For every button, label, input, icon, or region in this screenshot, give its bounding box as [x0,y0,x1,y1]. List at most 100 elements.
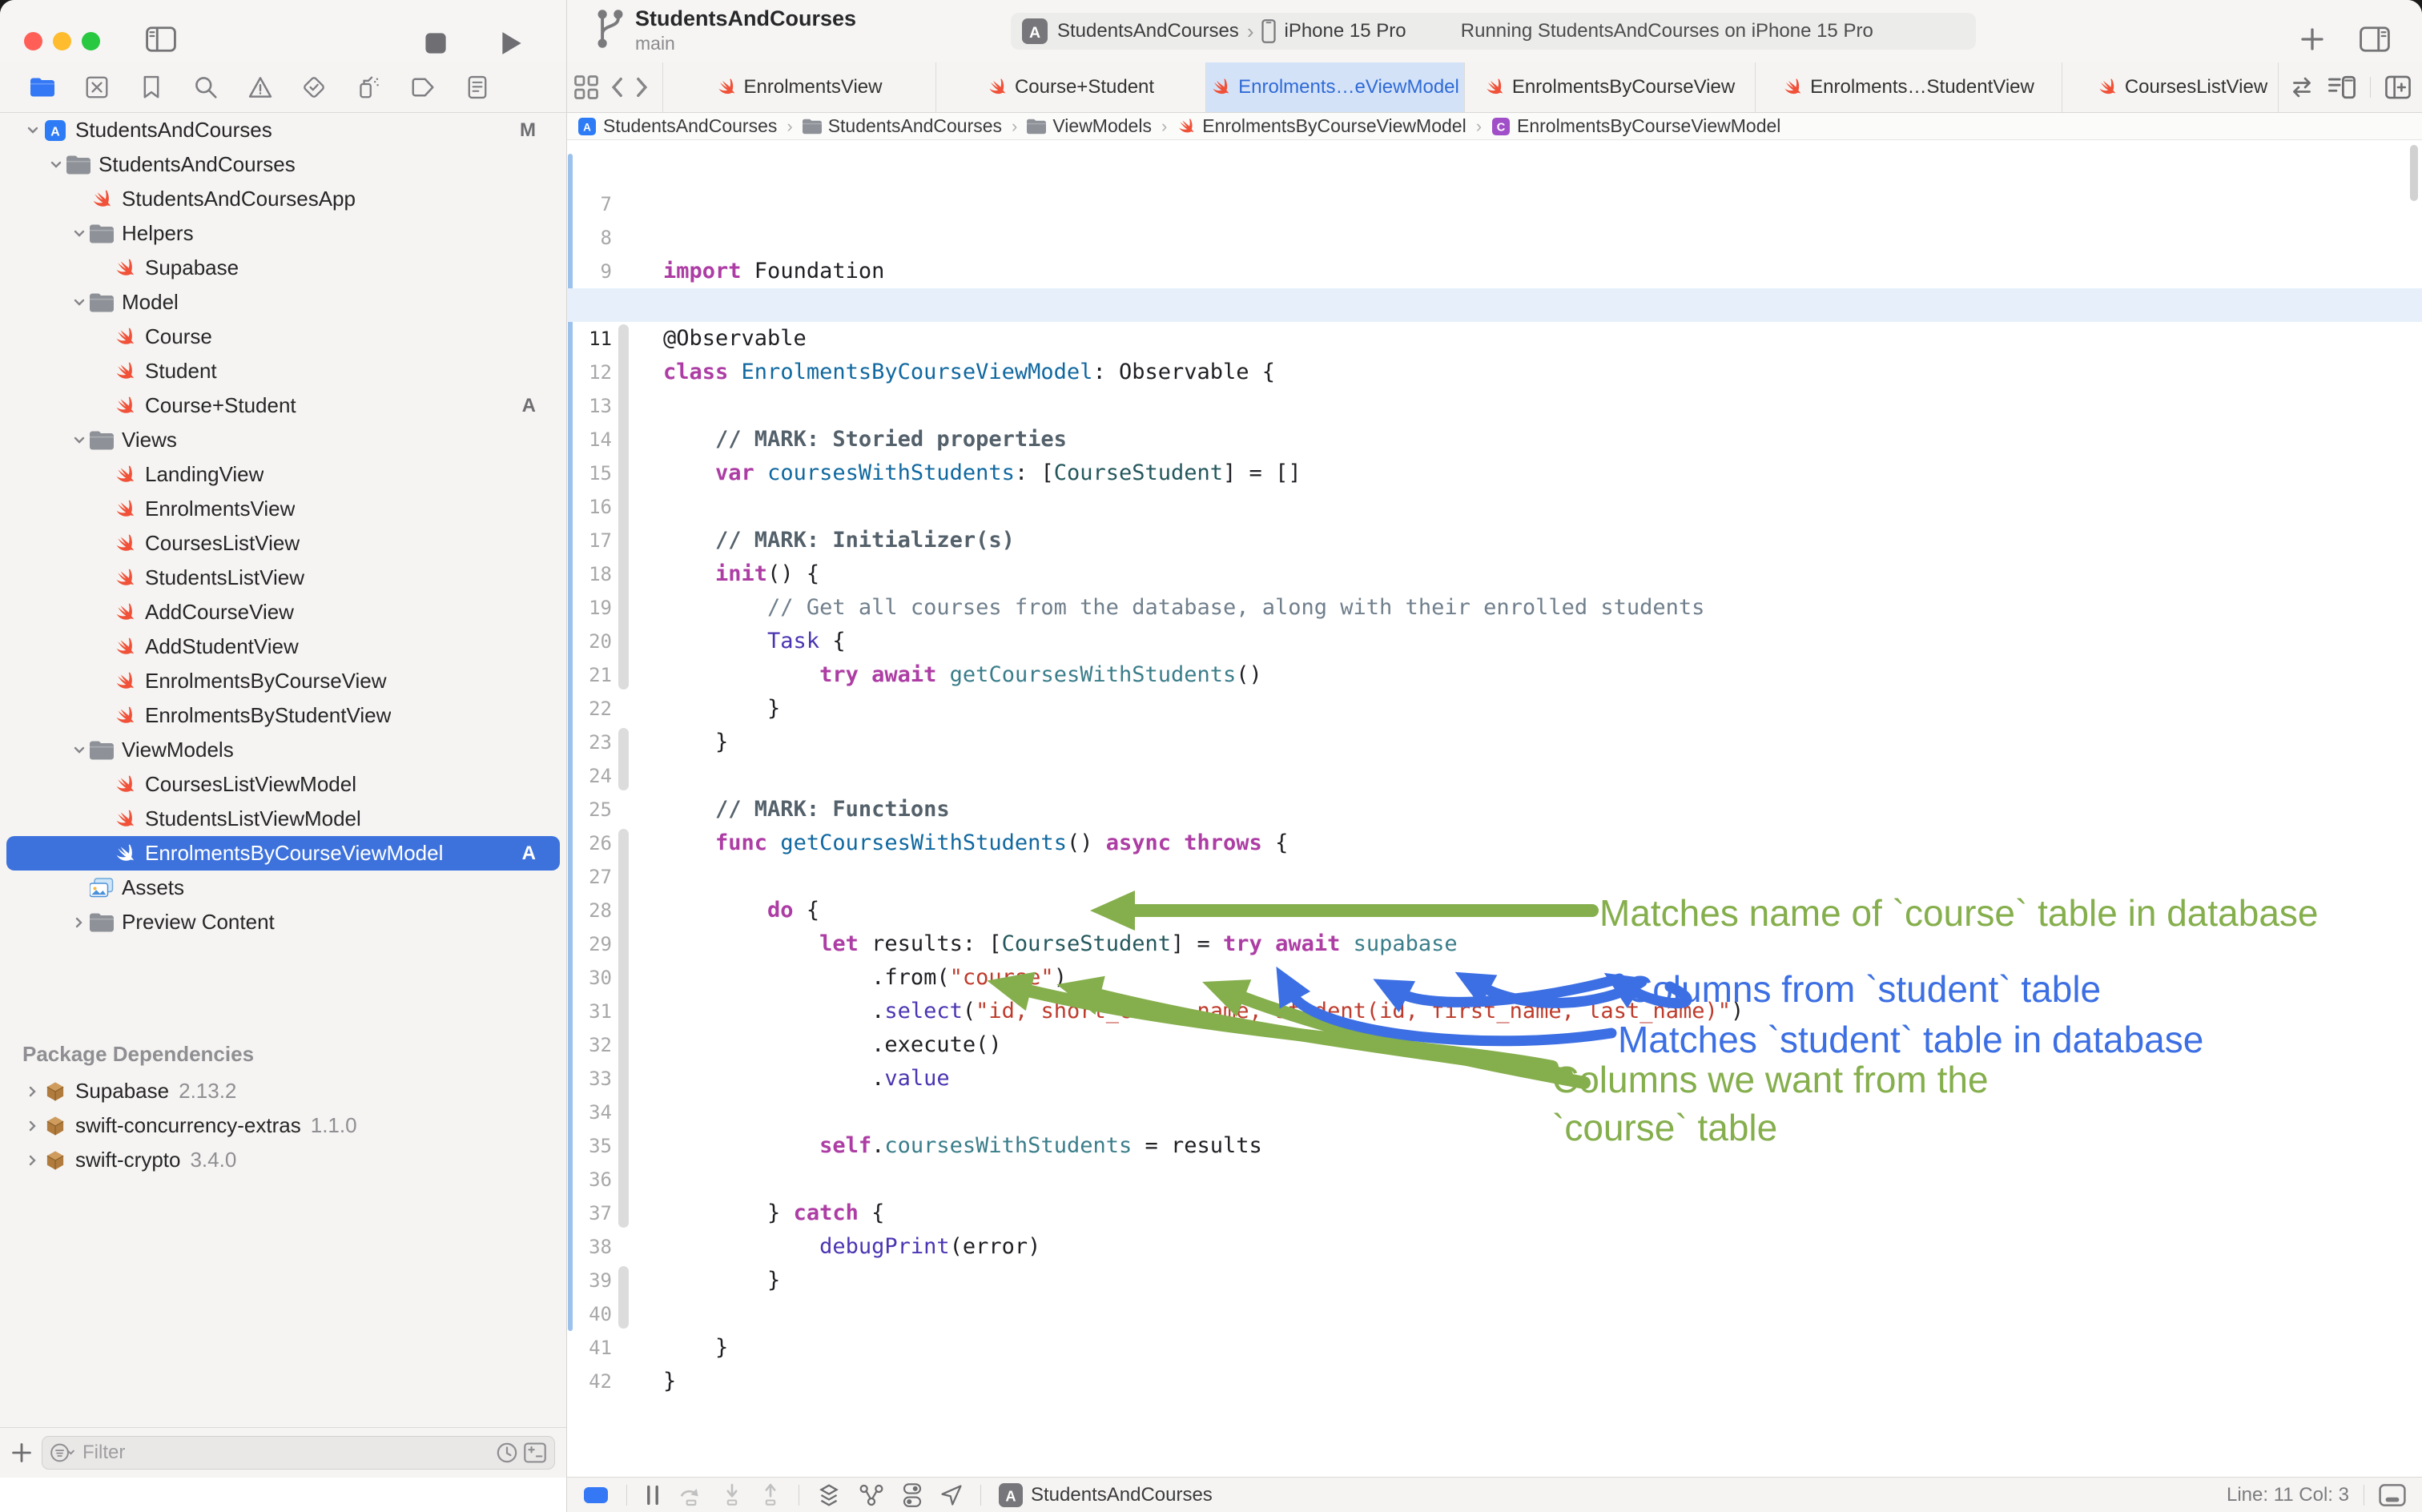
running-app-entry[interactable]: A StudentsAndCourses [999,1483,1213,1507]
sidebar-item-studentsandcourses[interactable]: A StudentsAndCourses M [6,113,560,147]
code-line-42[interactable]: 42 [567,1331,2422,1365]
code-line-8[interactable]: 8 import Foundation [567,187,2422,221]
sidebar-item-studentsandcoursesapp[interactable]: StudentsAndCoursesApp [6,182,560,216]
code-line-38[interactable]: 38 } [567,1196,2422,1230]
tab-enrolments-studentview[interactable]: Enrolments…StudentView [1755,62,2062,112]
tab-enrolments-eviewmodel[interactable]: Enrolments…eViewModel [1205,62,1464,112]
sourcecontrol-filter-icon[interactable] [524,1442,546,1463]
navigator-reports-icon[interactable] [465,75,489,99]
editor-scrollbar[interactable] [2410,145,2418,201]
sidebar-item-preview-content[interactable]: Preview Content [6,905,560,939]
code-line-40[interactable]: 40 } [567,1264,2422,1297]
code-line-37[interactable]: 37 debugPrint(error) [567,1163,2422,1196]
code-line-23[interactable]: 23 [567,692,2422,726]
sidebar-item-views[interactable]: Views [6,423,560,457]
disclosure-down-icon[interactable] [69,436,90,444]
code-line-24[interactable]: 24 // MARK: Functions [567,726,2422,759]
code-line-18[interactable]: 18 // Get all courses from the database,… [567,524,2422,557]
disclosure-down-icon[interactable] [69,230,90,238]
code-line-19[interactable]: 19 Task { [567,557,2422,591]
add-button[interactable] [2300,27,2324,51]
breadcrumb-enrolmentsbycourseviewmodel-3[interactable]: EnrolmentsByCourseViewModel [1177,115,1466,137]
sidebar-item-supabase[interactable]: Supabase [6,251,560,285]
disclosure-right-icon[interactable] [22,1120,43,1132]
code-line-9[interactable]: 9 [567,221,2422,255]
environment-overrides-icon[interactable] [902,1483,923,1507]
sidebar-item-course[interactable]: Course [6,320,560,354]
navigator-tests-icon[interactable] [302,75,326,99]
code-line-25[interactable]: 25 func getCoursesWithStudents() async t… [567,759,2422,793]
sidebar-item-course-student[interactable]: Course+Student A [6,388,560,423]
go-back-icon[interactable] [610,77,624,98]
code-line-20[interactable]: 20 try await getCoursesWithStudents() [567,591,2422,625]
breadcrumb-studentsandcourses-0[interactable]: A StudentsAndCourses [577,115,777,137]
sidebar-item-enrolmentsbycourseviewmodel[interactable]: EnrolmentsByCourseViewModel A [6,836,560,871]
related-items-icon[interactable] [574,75,598,99]
navigator-issues-icon[interactable] [248,75,272,99]
toggle-right-sidebar-icon[interactable] [2360,26,2390,53]
stop-button[interactable] [424,32,447,54]
sidebar-item-landingview[interactable]: LandingView [6,457,560,492]
code-line-27[interactable]: 27 do { [567,826,2422,860]
sidebar-divider[interactable] [566,0,567,1512]
code-line-14[interactable]: 14 var coursesWithStudents: [CourseStude… [567,389,2422,423]
code-line-39[interactable]: 39 [567,1230,2422,1264]
navigator-debug-icon[interactable] [356,75,380,99]
sidebar-item-enrolmentsbystudentview[interactable]: EnrolmentsByStudentView [6,698,560,733]
disclosure-down-icon[interactable] [46,161,66,169]
breadcrumb-viewmodels-2[interactable]: ViewModels [1027,115,1152,137]
tab-courseslistview[interactable]: CoursesListView [2062,62,2278,112]
add-file-button[interactable] [11,1442,32,1463]
code-line-17[interactable]: 17 init() { [567,490,2422,524]
toggle-left-sidebar-icon[interactable] [146,26,176,53]
sidebar-item-addstudentview[interactable]: AddStudentView [6,629,560,664]
navigator-breakpoints-icon[interactable] [411,75,435,99]
disclosure-right-icon[interactable] [22,1155,43,1166]
disclosure-down-icon[interactable] [69,746,90,754]
sidebar-item-addcourseview[interactable]: AddCourseView [6,595,560,629]
sidebar-item-helpers[interactable]: Helpers [6,216,560,251]
disclosure-right-icon[interactable] [22,1086,43,1097]
editor-layout-button[interactable] [583,1486,609,1505]
memory-graph-icon[interactable] [859,1483,884,1507]
code-line-22[interactable]: 22 } [567,658,2422,692]
adjust-editor-icon[interactable] [2328,75,2356,99]
sidebar-item-assets[interactable]: Assets [6,871,560,905]
source-editor[interactable]: 7 8 import Foundation 9 10 @Observable 1… [567,140,2422,1477]
tab-enrolmentsview[interactable]: EnrolmentsView [662,62,935,112]
sidebar-item-courseslistview[interactable]: CoursesListView [6,526,560,561]
sidebar-item-enrolmentsview[interactable]: EnrolmentsView [6,492,560,526]
navigator-source-control-icon[interactable] [85,75,109,99]
code-line-34[interactable]: 34 self.coursesWithStudents = results [567,1062,2422,1096]
sidebar-item-viewmodels[interactable]: ViewModels [6,733,560,767]
sidebar-item-studentslistviewmodel[interactable]: StudentsListViewModel [6,802,560,836]
filter-input[interactable] [81,1441,490,1465]
breadcrumb-enrolmentsbycourseviewmodel-4[interactable]: C EnrolmentsByCourseViewModel [1491,115,1780,137]
disclosure-down-icon[interactable] [22,127,43,135]
code-line-35[interactable]: 35 [567,1096,2422,1129]
sidebar-item-courseslistviewmodel[interactable]: CoursesListViewModel [6,767,560,802]
navigator-project-icon[interactable] [30,75,54,99]
zoom-button[interactable] [82,32,100,50]
run-button[interactable] [500,30,524,56]
navigator-bookmarks-icon[interactable] [139,75,163,99]
code-line-13[interactable]: 13 // MARK: Storied properties [567,356,2422,389]
package-supabase[interactable]: Supabase 2.13.2 [6,1074,560,1108]
package-swift-crypto[interactable]: swift-crypto 3.4.0 [6,1143,560,1177]
code-line-11[interactable]: 11 class EnrolmentsByCourseViewModel: Ob… [567,288,2422,322]
package-swift-concurrency-extras[interactable]: swift-concurrency-extras 1.1.0 [6,1108,560,1143]
sidebar-item-student[interactable]: Student [6,354,560,388]
add-editor-icon[interactable] [2385,75,2411,99]
sidebar-item-studentsandcourses[interactable]: StudentsAndCourses [6,147,560,182]
code-line-12[interactable]: 12 [567,322,2422,356]
navigator-find-icon[interactable] [194,75,218,99]
code-line-26[interactable]: 26 [567,793,2422,826]
simulate-location-icon[interactable] [940,1483,963,1507]
filter-field[interactable] [42,1436,555,1470]
sidebar-item-studentslistview[interactable]: StudentsListView [6,561,560,595]
recent-files-icon[interactable] [497,1442,517,1463]
scheme-name[interactable]: StudentsAndCourses [1057,20,1239,42]
tab-enrolmentsbycourseview[interactable]: EnrolmentsByCourseView [1464,62,1755,112]
minimap-toggle-icon[interactable] [2379,1484,2406,1506]
disclosure-down-icon[interactable] [69,299,90,307]
